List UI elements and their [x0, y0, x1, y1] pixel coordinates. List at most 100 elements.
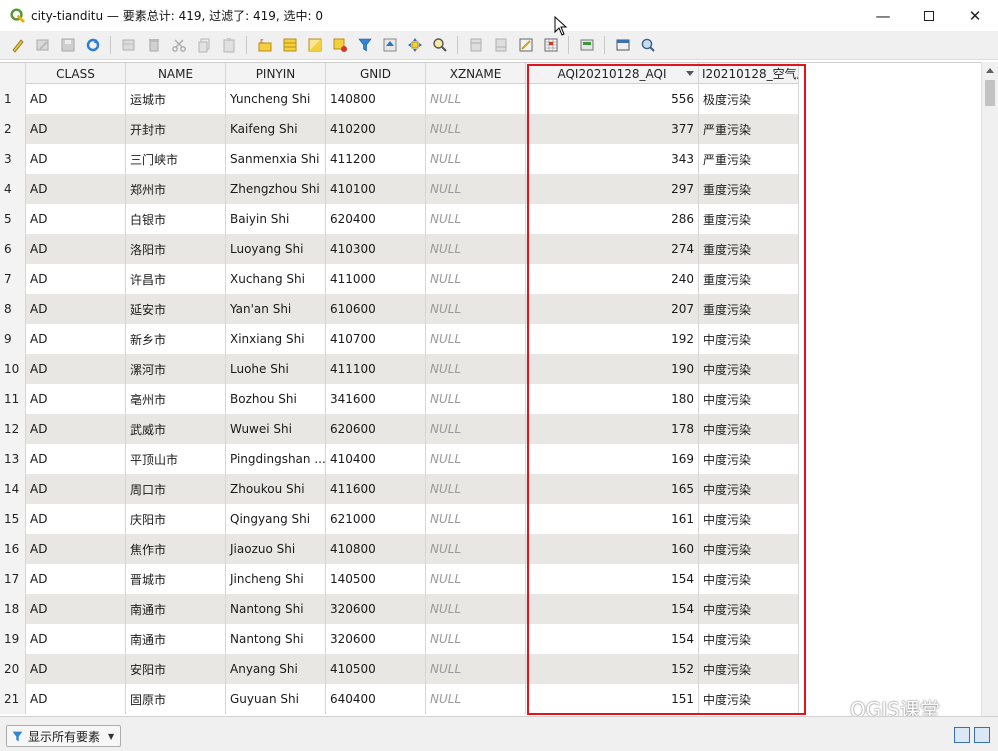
- table-view-button[interactable]: [974, 727, 990, 743]
- cell-aqi[interactable]: 240: [526, 264, 699, 294]
- form-view-button[interactable]: [954, 727, 970, 743]
- cell-name[interactable]: 固原市: [126, 684, 226, 714]
- column-header-pinyin[interactable]: PINYIN: [226, 63, 326, 84]
- row-number[interactable]: 6: [0, 234, 26, 264]
- table-row[interactable]: 9 AD 新乡市 Xinxiang Shi 410700 NULL 192 中度污染: [0, 324, 799, 354]
- cell-gnid[interactable]: 140500: [326, 564, 426, 594]
- cell-name[interactable]: 开封市: [126, 114, 226, 144]
- cell-level[interactable]: 中度污染: [699, 564, 799, 594]
- cell-name[interactable]: 焦作市: [126, 534, 226, 564]
- cell-xzname[interactable]: NULL: [426, 324, 526, 354]
- actions-button[interactable]: [574, 34, 599, 56]
- cell-aqi[interactable]: 377: [526, 114, 699, 144]
- cell-name[interactable]: 漯河市: [126, 354, 226, 384]
- cell-xzname[interactable]: NULL: [426, 144, 526, 174]
- row-number[interactable]: 10: [0, 354, 26, 384]
- cell-name[interactable]: 新乡市: [126, 324, 226, 354]
- cell-class[interactable]: AD: [26, 534, 126, 564]
- scroll-up-icon[interactable]: [986, 68, 994, 73]
- cell-aqi[interactable]: 286: [526, 204, 699, 234]
- cell-xzname[interactable]: NULL: [426, 354, 526, 384]
- cell-level[interactable]: 中度污染: [699, 384, 799, 414]
- cell-class[interactable]: AD: [26, 114, 126, 144]
- cell-xzname[interactable]: NULL: [426, 174, 526, 204]
- cell-gnid[interactable]: 620600: [326, 414, 426, 444]
- cell-name[interactable]: 南通市: [126, 594, 226, 624]
- cell-pinyin[interactable]: Xinxiang Shi: [226, 324, 326, 354]
- cell-xzname[interactable]: NULL: [426, 264, 526, 294]
- cell-level[interactable]: 中度污染: [699, 354, 799, 384]
- cell-gnid[interactable]: 341600: [326, 384, 426, 414]
- move-selection-top-button[interactable]: [377, 34, 402, 56]
- cell-level[interactable]: 重度污染: [699, 174, 799, 204]
- cell-pinyin[interactable]: Yuncheng Shi: [226, 84, 326, 114]
- row-number[interactable]: 20: [0, 654, 26, 684]
- select-all-button[interactable]: [277, 34, 302, 56]
- cell-name[interactable]: 庆阳市: [126, 504, 226, 534]
- cell-aqi[interactable]: 154: [526, 624, 699, 654]
- cell-xzname[interactable]: NULL: [426, 384, 526, 414]
- cell-class[interactable]: AD: [26, 444, 126, 474]
- cell-level[interactable]: 中度污染: [699, 624, 799, 654]
- cell-name[interactable]: 许昌市: [126, 264, 226, 294]
- cell-pinyin[interactable]: Kaifeng Shi: [226, 114, 326, 144]
- filter-select-button[interactable]: [352, 34, 377, 56]
- cell-aqi[interactable]: 152: [526, 654, 699, 684]
- pan-to-selected-button[interactable]: [402, 34, 427, 56]
- delete-feature-button[interactable]: [141, 34, 166, 56]
- invert-selection-button[interactable]: [302, 34, 327, 56]
- cell-class[interactable]: AD: [26, 624, 126, 654]
- cell-aqi[interactable]: 154: [526, 594, 699, 624]
- toggle-editing-button[interactable]: [5, 34, 30, 56]
- cell-pinyin[interactable]: Yan'an Shi: [226, 294, 326, 324]
- cell-aqi[interactable]: 178: [526, 414, 699, 444]
- paste-button[interactable]: [216, 34, 241, 56]
- cell-gnid[interactable]: 621000: [326, 504, 426, 534]
- cell-class[interactable]: AD: [26, 204, 126, 234]
- column-header-name[interactable]: NAME: [126, 63, 226, 84]
- row-number[interactable]: 11: [0, 384, 26, 414]
- cell-gnid[interactable]: 410500: [326, 654, 426, 684]
- row-number[interactable]: 15: [0, 504, 26, 534]
- table-row[interactable]: 13 AD 平顶山市 Pingdingshan ... 410400 NULL 169 中度污…: [0, 444, 799, 474]
- cell-xzname[interactable]: NULL: [426, 564, 526, 594]
- table-row[interactable]: 21 AD 固原市 Guyuan Shi 640400 NULL 151 中度污染: [0, 684, 799, 714]
- cell-class[interactable]: AD: [26, 654, 126, 684]
- table-row[interactable]: 18 AD 南通市 Nantong Shi 320600 NULL 154 中度污染: [0, 594, 799, 624]
- cell-gnid[interactable]: 620400: [326, 204, 426, 234]
- row-number[interactable]: 13: [0, 444, 26, 474]
- cell-gnid[interactable]: 411100: [326, 354, 426, 384]
- deselect-button[interactable]: [327, 34, 352, 56]
- column-header-air-quality[interactable]: I20210128_空气质: [699, 63, 799, 84]
- cell-pinyin[interactable]: Qingyang Shi: [226, 504, 326, 534]
- table-row[interactable]: 16 AD 焦作市 Jiaozuo Shi 410800 NULL 160 中度污染: [0, 534, 799, 564]
- row-number[interactable]: 5: [0, 204, 26, 234]
- cell-aqi[interactable]: 192: [526, 324, 699, 354]
- cell-aqi[interactable]: 165: [526, 474, 699, 504]
- cell-pinyin[interactable]: Luohe Shi: [226, 354, 326, 384]
- cell-aqi[interactable]: 154: [526, 564, 699, 594]
- cell-aqi[interactable]: 160: [526, 534, 699, 564]
- table-row[interactable]: 11 AD 亳州市 Bozhou Shi 341600 NULL 180 中度污染: [0, 384, 799, 414]
- column-header-aqi[interactable]: AQI20210128_AQI: [526, 63, 699, 84]
- cell-gnid[interactable]: 411600: [326, 474, 426, 504]
- cell-pinyin[interactable]: Bozhou Shi: [226, 384, 326, 414]
- table-row[interactable]: 8 AD 延安市 Yan'an Shi 610600 NULL 207 重度污染: [0, 294, 799, 324]
- cell-class[interactable]: AD: [26, 264, 126, 294]
- cell-pinyin[interactable]: Pingdingshan ...: [226, 444, 326, 474]
- cell-name[interactable]: 运城市: [126, 84, 226, 114]
- column-header-gnid[interactable]: GNID: [326, 63, 426, 84]
- row-number[interactable]: 17: [0, 564, 26, 594]
- cell-level[interactable]: 重度污染: [699, 204, 799, 234]
- cell-class[interactable]: AD: [26, 324, 126, 354]
- row-number[interactable]: 19: [0, 624, 26, 654]
- cell-gnid[interactable]: 410400: [326, 444, 426, 474]
- row-number[interactable]: 4: [0, 174, 26, 204]
- table-row[interactable]: 12 AD 武威市 Wuwei Shi 620600 NULL 178 中度污染: [0, 414, 799, 444]
- cell-gnid[interactable]: 411000: [326, 264, 426, 294]
- cell-aqi[interactable]: 161: [526, 504, 699, 534]
- cell-aqi[interactable]: 169: [526, 444, 699, 474]
- cell-class[interactable]: AD: [26, 594, 126, 624]
- cell-xzname[interactable]: NULL: [426, 474, 526, 504]
- cell-xzname[interactable]: NULL: [426, 624, 526, 654]
